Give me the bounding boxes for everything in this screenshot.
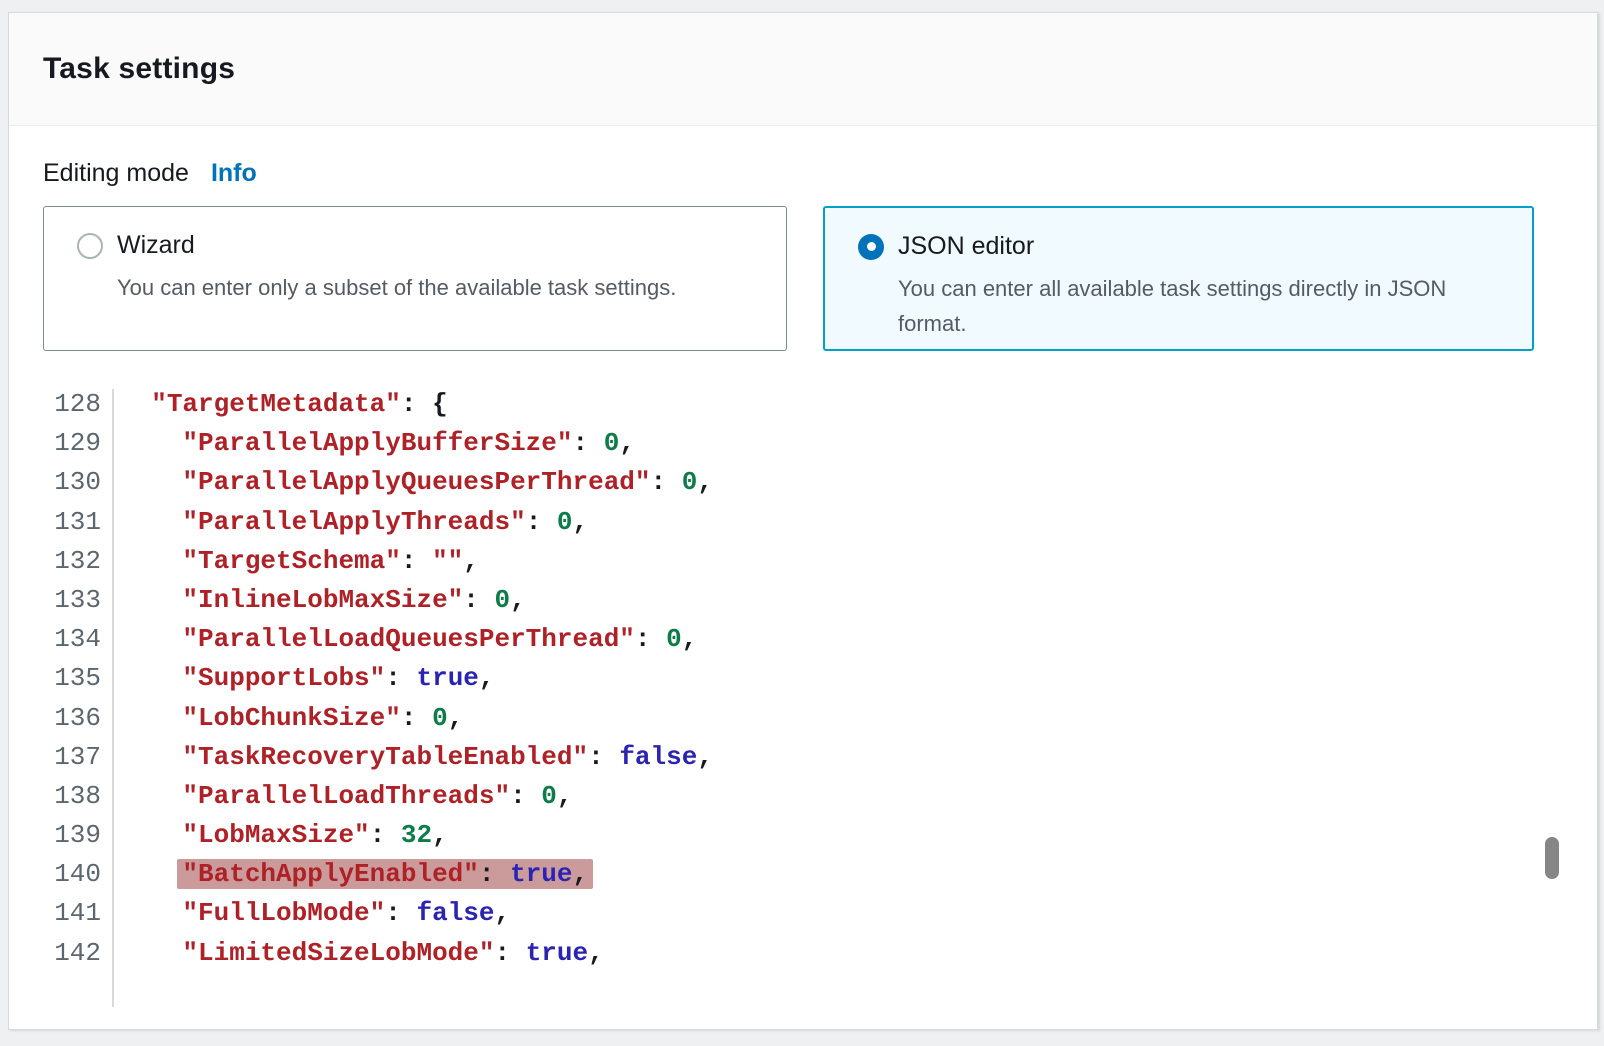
code-text: "SupportLobs": true, xyxy=(112,659,495,698)
tile-wizard-header: Wizard xyxy=(77,231,758,260)
info-link[interactable]: Info xyxy=(211,159,257,187)
code-line: 141 "FullLobMode": false, xyxy=(9,894,1597,933)
code-text: "LobMaxSize": 32, xyxy=(112,816,448,855)
code-line: 129 "ParallelApplyBufferSize": 0, xyxy=(9,424,1597,463)
code-text: "ParallelLoadQueuesPerThread": 0, xyxy=(112,620,697,659)
line-number: 133 xyxy=(9,581,112,620)
code-line: 132 "TargetSchema": "", xyxy=(9,542,1597,581)
line-number: 141 xyxy=(9,894,112,933)
line-number: 128 xyxy=(9,385,112,424)
line-number: 139 xyxy=(9,816,112,855)
highlighted-code: "BatchApplyEnabled": true, xyxy=(182,859,588,889)
line-number: 134 xyxy=(9,620,112,659)
code-lines: 128 "TargetMetadata": {129 "ParallelAppl… xyxy=(9,385,1597,973)
code-line: 135 "SupportLobs": true, xyxy=(9,659,1597,698)
tile-wizard-description: You can enter only a subset of the avail… xyxy=(117,270,727,305)
tile-json-editor-label: JSON editor xyxy=(898,232,1034,261)
wizard-radio-button[interactable] xyxy=(77,233,103,259)
code-text: "BatchApplyEnabled": true, xyxy=(112,855,588,894)
panel-header: Task settings xyxy=(9,13,1597,126)
json-code-editor[interactable]: 128 "TargetMetadata": {129 "ParallelAppl… xyxy=(9,385,1597,1007)
line-number: 138 xyxy=(9,777,112,816)
code-text: "LimitedSizeLobMode": true, xyxy=(112,934,604,973)
line-number: 129 xyxy=(9,424,112,463)
editing-mode-label: Editing mode xyxy=(43,159,189,187)
line-number: 130 xyxy=(9,463,112,502)
line-number: 142 xyxy=(9,934,112,973)
line-number: 140 xyxy=(9,855,112,894)
code-text: "TargetSchema": "", xyxy=(112,542,479,581)
json-editor-radio-button[interactable] xyxy=(858,234,884,260)
code-line: 136 "LobChunkSize": 0, xyxy=(9,699,1597,738)
code-text: "TaskRecoveryTableEnabled": false, xyxy=(112,738,713,777)
page-title: Task settings xyxy=(43,52,235,86)
code-line: 131 "ParallelApplyThreads": 0, xyxy=(9,503,1597,542)
code-text: "ParallelApplyQueuesPerThread": 0, xyxy=(112,463,713,502)
line-number: 135 xyxy=(9,659,112,698)
task-settings-panel: Task settings Editing mode Info Wizard Yo… xyxy=(8,12,1598,1030)
code-text: "ParallelApplyBufferSize": 0, xyxy=(112,424,635,463)
code-line: 138 "ParallelLoadThreads": 0, xyxy=(9,777,1597,816)
code-line: 128 "TargetMetadata": { xyxy=(9,385,1597,424)
tile-json-editor-header: JSON editor xyxy=(858,232,1504,261)
line-number: 132 xyxy=(9,542,112,581)
editing-mode-row: Editing mode Info xyxy=(43,159,257,188)
line-number: 137 xyxy=(9,738,112,777)
code-line: 137 "TaskRecoveryTableEnabled": false, xyxy=(9,738,1597,777)
code-text: "InlineLobMaxSize": 0, xyxy=(112,581,526,620)
code-text: "ParallelApplyThreads": 0, xyxy=(112,503,588,542)
code-text: "FullLobMode": false, xyxy=(112,894,510,933)
line-number: 131 xyxy=(9,503,112,542)
code-line: 142 "LimitedSizeLobMode": true, xyxy=(9,934,1597,973)
code-line: 134 "ParallelLoadQueuesPerThread": 0, xyxy=(9,620,1597,659)
editor-scrollbar-thumb[interactable] xyxy=(1545,837,1559,879)
line-number: 136 xyxy=(9,699,112,738)
code-line: 140 "BatchApplyEnabled": true, xyxy=(9,855,1597,894)
tile-wizard-label: Wizard xyxy=(117,231,195,260)
code-text: "ParallelLoadThreads": 0, xyxy=(112,777,573,816)
code-line: 139 "LobMaxSize": 32, xyxy=(9,816,1597,855)
tile-json-editor-description: You can enter all available task setting… xyxy=(898,271,1504,341)
tile-wizard[interactable]: Wizard You can enter only a subset of th… xyxy=(43,206,787,351)
code-text: "LobChunkSize": 0, xyxy=(112,699,463,738)
tile-json-editor[interactable]: JSON editor You can enter all available … xyxy=(823,206,1534,351)
code-text: "TargetMetadata": { xyxy=(112,385,448,424)
code-line: 130 "ParallelApplyQueuesPerThread": 0, xyxy=(9,463,1597,502)
code-line: 133 "InlineLobMaxSize": 0, xyxy=(9,581,1597,620)
